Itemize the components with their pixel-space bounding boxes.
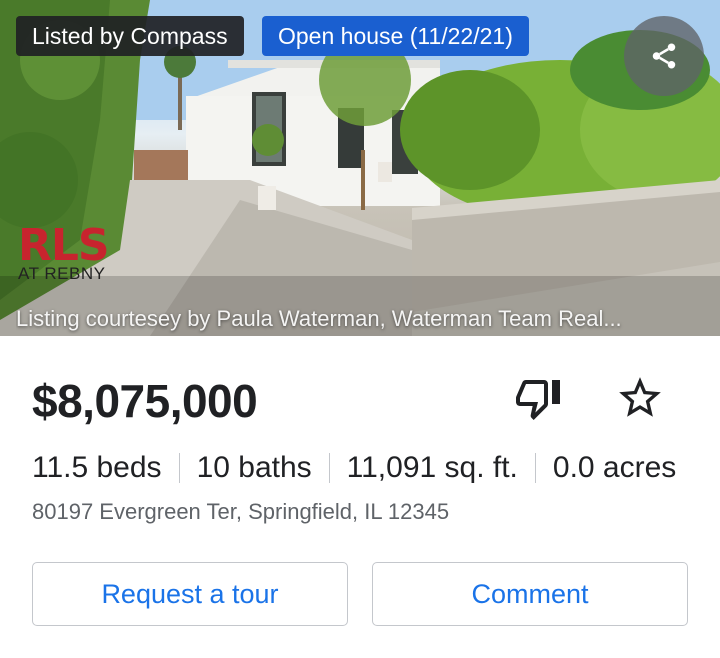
fact-acres: 0.0 acres — [552, 451, 677, 484]
save-button[interactable] — [612, 370, 668, 426]
listing-facts: 11.5 beds 10 baths 11,091 sq. ft. 0.0 acres — [32, 446, 720, 490]
share-icon — [652, 43, 676, 69]
fact-beds: 11.5 beds — [32, 451, 162, 484]
listing-photo[interactable]: Listed by Compass Open house (11/22/21) … — [0, 0, 720, 336]
open-house-chip[interactable]: Open house (11/22/21) — [262, 16, 529, 56]
comment-button[interactable]: Comment — [372, 562, 688, 626]
fact-baths: 10 baths — [196, 451, 312, 484]
fact-divider — [328, 453, 330, 483]
star-outline-icon — [619, 377, 661, 417]
listed-by-chip: Listed by Compass — [16, 16, 244, 56]
logo-sub-text: AT REBNY — [18, 264, 106, 283]
mls-logo: RLS AT REBNY — [18, 220, 118, 286]
fact-divider — [534, 453, 536, 483]
logo-rls-text: RLS — [18, 220, 110, 271]
thumb-down-icon — [516, 380, 560, 420]
fact-divider — [178, 453, 180, 483]
dislike-button[interactable] — [510, 370, 566, 426]
request-tour-button[interactable]: Request a tour — [32, 562, 348, 626]
listing-price: $8,075,000 — [32, 375, 258, 427]
listing-address: 80197 Evergreen Ter, Springfield, IL 123… — [32, 499, 450, 524]
share-button[interactable] — [624, 16, 704, 96]
listing-courtesy: Listing courtesey by Paula Waterman, Wat… — [16, 306, 622, 331]
fact-sqft: 11,091 sq. ft. — [346, 451, 518, 484]
